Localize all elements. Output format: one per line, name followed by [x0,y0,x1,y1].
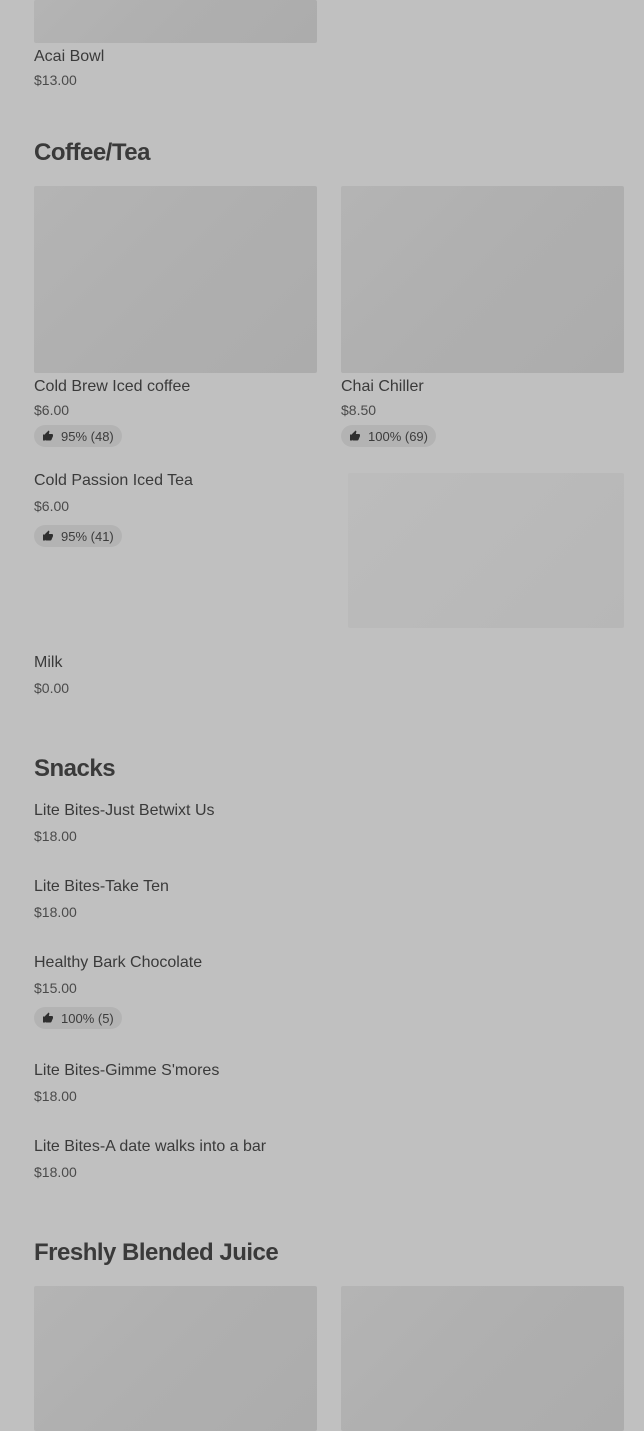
item-image [341,186,624,373]
item-name: Lite Bites-Take Ten [34,878,169,895]
item-price: $13.00 [34,72,77,88]
item-image [34,186,317,373]
item-name: Lite Bites-Gimme S'mores [34,1062,220,1079]
thumbs-up-icon [43,430,53,441]
item-price: $6.00 [34,498,70,514]
rating-text: 100% (5) [61,1010,114,1026]
rating-badge: 95% (41) [34,525,122,547]
item-name: Lite Bites-Just Betwixt Us [34,802,215,819]
rating-text: 95% (41) [61,528,114,544]
item-price: $18.00 [34,1088,77,1104]
rating-text: 95% (48) [61,428,114,444]
rating-text: 100% (69) [368,428,428,444]
thumbs-up-icon [350,430,360,441]
rating-badge: 100% (69) [341,425,436,447]
item-price: $0.00 [34,680,70,696]
item-name: Healthy Bark Chocolate [34,954,203,971]
rating-badge: 95% (48) [34,425,122,447]
item-price: $15.00 [34,980,77,996]
item-price: $8.50 [341,402,377,418]
item-image [341,1286,624,1431]
item-name: Cold Brew Iced coffee [34,378,191,395]
section-title-snacks: Snacks [34,755,116,782]
item-name: Milk [34,654,63,671]
item-price: $6.00 [34,402,70,418]
section-title-coffee-tea: Coffee/Tea [34,139,150,166]
thumbs-up-icon [43,1012,53,1023]
thumbs-up-icon [43,530,53,541]
item-name: Acai Bowl [34,48,105,65]
item-image [348,473,624,628]
item-image [34,1286,317,1431]
item-name: Lite Bites-A date walks into a bar [34,1138,267,1155]
item-price: $18.00 [34,828,77,844]
rating-badge: 100% (5) [34,1007,122,1029]
item-name: Cold Passion Iced Tea [34,472,193,489]
item-name: Chai Chiller [341,378,424,395]
item-price: $18.00 [34,904,77,920]
section-title-juice: Freshly Blended Juice [34,1239,279,1266]
item-image [34,0,317,43]
item-price: $18.00 [34,1164,77,1180]
